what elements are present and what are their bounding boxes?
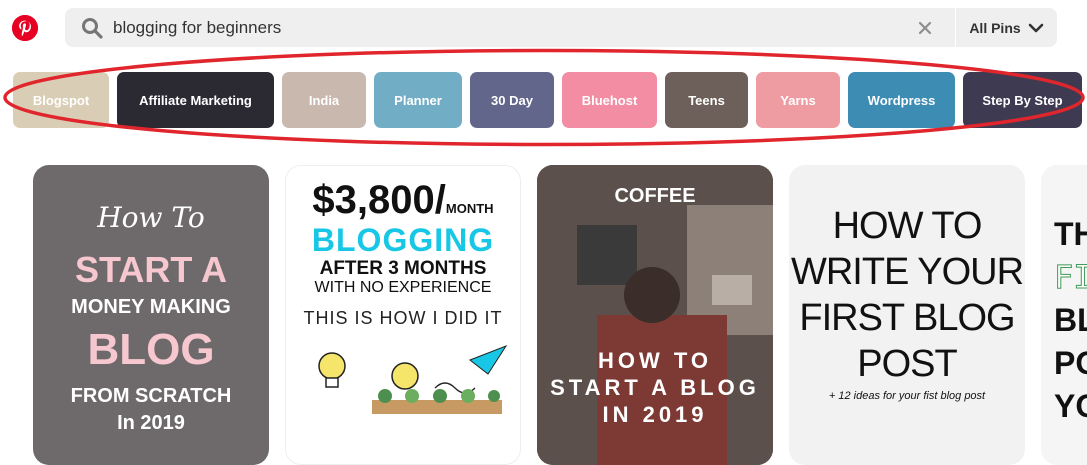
pin-text-line: YO <box>1054 388 1087 424</box>
pin-text-line: PO <box>1054 345 1087 381</box>
pin-text-line: FI <box>1053 258 1087 297</box>
pin-text: WITH NO EXPERIENCE <box>314 279 492 296</box>
pin-card-how-to-start-a-blog[interactable]: COFFEE HOW TO START A BLOG IN 2019 <box>537 165 773 465</box>
pin-text-line: BL <box>1054 302 1087 338</box>
pin-card-partial[interactable]: TH FI BL PO YO <box>1041 165 1087 465</box>
clear-icon[interactable] <box>917 20 933 36</box>
guided-search-chips: Blogspot Affiliate Marketing India Plann… <box>0 72 1087 130</box>
pin-headline: BLOGGING <box>311 222 495 258</box>
chip-30-day[interactable]: 30 Day <box>470 72 554 128</box>
chevron-down-icon <box>1028 23 1043 32</box>
pin-text: FROM SCRATCH <box>70 385 232 407</box>
pin-amount-value: $3,800/ <box>312 178 446 222</box>
pin-text: HOW TO START A BLOG IN 2019 <box>537 347 773 428</box>
pin-text-line: FIRST BLOG <box>799 297 1015 339</box>
pin-text-line: WRITE YOUR <box>790 251 1024 293</box>
pin-subtext: + 12 ideas for your fist blog post <box>828 390 986 402</box>
pin-script-text: How To <box>97 201 205 234</box>
chip-bluehost[interactable]: Bluehost <box>562 72 657 128</box>
search-bar <box>65 8 955 47</box>
pin-amount-unit: MONTH <box>445 201 494 216</box>
pin-text-line: HOW TO <box>597 348 713 373</box>
pin-brand: COFFEE <box>614 185 696 207</box>
pin-card-start-money-making-blog[interactable]: How To START A MONEY MAKING BLOG FROM SC… <box>33 165 269 465</box>
chip-planner[interactable]: Planner <box>374 72 462 128</box>
top-bar: All Pins <box>0 0 1087 58</box>
pin-headline: BLOG <box>87 325 215 374</box>
pin-headline: START A <box>75 249 227 290</box>
pin-text-line: START A BLOG <box>550 375 760 400</box>
pin-headline: TH FI BL PO YO <box>1053 213 1087 428</box>
pin-card-3800-month-blogging[interactable]: $3,800/MONTH BLOGGING AFTER 3 MONTHS WIT… <box>285 165 521 465</box>
pin-text: THIS IS HOW I DID IT <box>303 308 503 328</box>
pin-card-write-your-first-blog-post[interactable]: HOW TO WRITE YOUR FIRST BLOG POST + 12 i… <box>789 165 1025 465</box>
chip-teens[interactable]: Teens <box>665 72 748 128</box>
search-input[interactable] <box>113 8 893 47</box>
chip-yarns[interactable]: Yarns <box>756 72 840 128</box>
pinterest-logo[interactable] <box>12 15 38 41</box>
chip-wordpress[interactable]: Wordpress <box>848 72 955 128</box>
pin-amount: $3,800/MONTH <box>286 178 520 223</box>
search-icon <box>82 18 103 39</box>
chip-india[interactable]: India <box>282 72 366 128</box>
search-scope-label: All Pins <box>969 19 1021 36</box>
search-scope-dropdown[interactable]: All Pins <box>956 8 1057 47</box>
chip-step-by-step[interactable]: Step By Step <box>963 72 1082 128</box>
chip-affiliate-marketing[interactable]: Affiliate Marketing <box>117 72 274 128</box>
pin-text: AFTER 3 MONTHS <box>319 258 487 279</box>
pin-text-line: TH <box>1054 216 1087 252</box>
pin-text: MONEY MAKING <box>71 296 231 318</box>
pin-text-line: HOW TO <box>832 205 983 247</box>
pin-text-line: POST <box>857 343 957 385</box>
doodle-illustration <box>318 344 508 414</box>
pin-text-line: IN 2019 <box>602 402 708 427</box>
pin-headline: HOW TO WRITE YOUR FIRST BLOG POST <box>789 203 1025 387</box>
chip-blogspot[interactable]: Blogspot <box>13 72 109 128</box>
